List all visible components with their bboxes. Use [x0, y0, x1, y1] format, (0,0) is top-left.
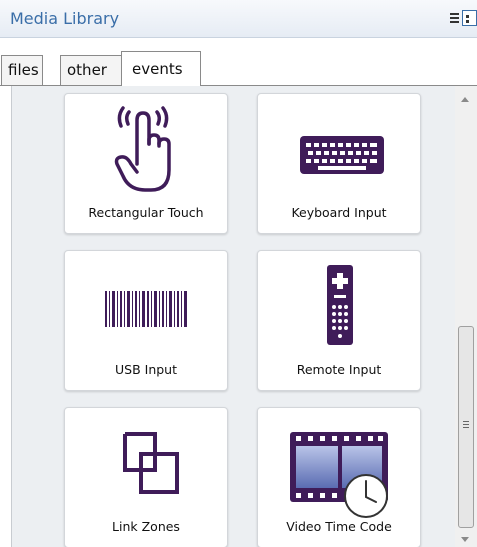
vertical-scrollbar[interactable]	[455, 86, 477, 547]
keyboard-icon	[300, 136, 384, 174]
tab-files[interactable]: files	[1, 55, 43, 85]
tile-label: Keyboard Input	[291, 205, 387, 220]
tile-remote-input[interactable]: Remote Input	[257, 250, 421, 391]
tile-video-time-code[interactable]: Video Time Code	[257, 407, 421, 547]
video-clock-icon	[290, 432, 388, 518]
tab-events[interactable]: events	[121, 51, 201, 86]
barcode-icon	[105, 291, 187, 327]
tile-label: Remote Input	[296, 362, 382, 377]
panel-header: Media Library	[0, 0, 477, 38]
tile-label: Link Zones	[112, 519, 180, 534]
tile-label: Video Time Code	[286, 519, 392, 534]
tab-other[interactable]: other	[60, 55, 122, 85]
grip-icon	[463, 421, 469, 430]
tile-label: Rectangular Touch	[88, 205, 204, 220]
scroll-down-icon[interactable]	[461, 537, 469, 542]
grid-view-icon[interactable]	[462, 10, 477, 26]
tile-keyboard-input[interactable]: Keyboard Input	[257, 93, 421, 234]
panel-title: Media Library	[10, 9, 120, 28]
remote-control-icon	[327, 265, 353, 345]
scroll-up-icon[interactable]	[461, 97, 469, 102]
tile-rectangular-touch[interactable]: Rectangular Touch	[64, 93, 228, 234]
link-zones-icon	[123, 432, 179, 494]
tab-bar: files other events	[0, 38, 477, 86]
media-grid: Rectangular Touch Keyboard Input USB Inp…	[11, 86, 455, 547]
tile-usb-input[interactable]: USB Input	[64, 250, 228, 391]
scroll-thumb[interactable]	[458, 326, 474, 528]
tile-label: USB Input	[115, 362, 177, 377]
tile-link-zones[interactable]: Link Zones	[64, 407, 228, 547]
touch-hand-icon	[114, 106, 171, 192]
